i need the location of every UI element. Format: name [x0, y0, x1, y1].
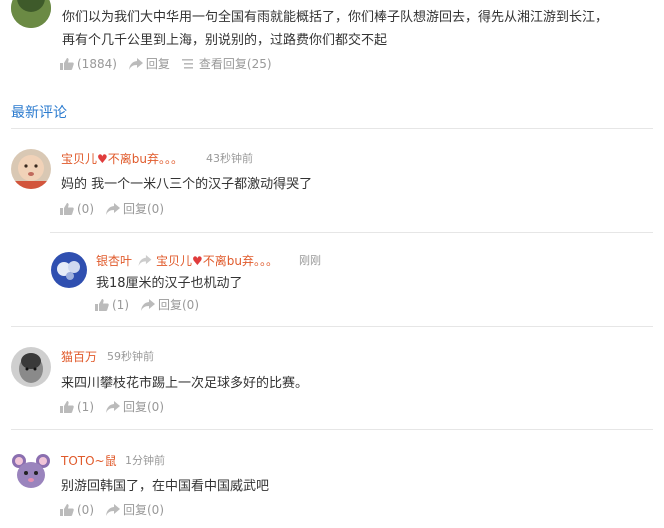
text-comment-1: 妈的 我一个一米八三个的汉子都激动得哭了	[61, 177, 313, 192]
like-button[interactable]: (1884)	[60, 56, 117, 72]
actions-nested-reply: (1) 回复(0)	[95, 297, 199, 313]
text-comment-3: 别游回韩国了，在中国看中国威武吧	[61, 479, 270, 494]
list-icon	[181, 59, 193, 69]
thumbs-up-icon	[95, 299, 109, 311]
reply-arrow-icon	[106, 203, 120, 215]
actions-comment-1: (0) 回复(0)	[60, 201, 164, 217]
top-comment-avatar[interactable]	[11, 0, 51, 28]
nested-reply-divider	[50, 232, 653, 233]
username-nested-reply[interactable]: 银杏叶 宝贝儿♥不离bu弃。。。	[96, 253, 278, 269]
like-count: (1884)	[77, 57, 117, 71]
thumbs-up-icon	[60, 58, 74, 70]
thumbs-up-icon	[60, 401, 74, 413]
reply-button[interactable]: 回复(0)	[106, 502, 164, 518]
timestamp-comment-3: 1分钟前	[125, 454, 165, 467]
reply-button[interactable]: 回复	[128, 56, 170, 72]
avatar-comment-3[interactable]	[11, 452, 51, 492]
text-nested-reply: 我18厘米的汉子也机动了	[96, 276, 243, 291]
timestamp-comment-1: 43秒钟前	[206, 152, 253, 165]
avatar-comment-2[interactable]	[11, 347, 51, 387]
timestamp-comment-2: 59秒钟前	[107, 350, 154, 363]
like-button[interactable]: (1)	[95, 297, 129, 313]
top-comment-text-line2: 再有个几千公里到上海，别说别的，过路费你们都交不起	[62, 33, 388, 48]
thumbs-up-icon	[60, 504, 74, 516]
reply-arrow-icon	[106, 504, 120, 516]
top-comment-actions: (1884) 回复 查看回复(25)	[60, 56, 272, 72]
section-title-latest-comments: 最新评论	[11, 105, 67, 121]
heart-icon: ♥	[192, 254, 203, 268]
reply-arrow-icon	[106, 401, 120, 413]
actions-comment-2: (1) 回复(0)	[60, 399, 164, 415]
avatar-nested-reply[interactable]	[51, 252, 87, 288]
reply-to-username[interactable]: 宝贝儿	[156, 254, 192, 268]
heart-icon: ♥	[97, 152, 108, 166]
top-comment-text-line1: 你们以为我们大中华用一句全国有雨就能概括了，你们棒子队想游回去，得先从湘江游到长…	[62, 10, 609, 25]
comment-divider	[11, 429, 653, 430]
reply-button[interactable]: 回复(0)	[106, 201, 164, 217]
text-comment-2: 来四川攀枝花市踢上一次足球多好的比赛。	[61, 376, 309, 391]
section-divider	[11, 128, 653, 129]
avatar-comment-1[interactable]	[11, 149, 51, 189]
thumbs-up-icon	[60, 203, 74, 215]
reply-button[interactable]: 回复(0)	[141, 297, 199, 313]
reply-arrow-icon	[141, 299, 155, 311]
username-comment-1[interactable]: 宝贝儿♥不离bu弃。。。	[61, 151, 183, 167]
like-button[interactable]: (0)	[60, 201, 94, 217]
username-comment-3[interactable]: TOTO~鼠	[61, 453, 117, 469]
timestamp-nested-reply: 刚刚	[299, 254, 321, 267]
comment-divider	[11, 326, 653, 327]
view-replies-link[interactable]: 查看回复(25)	[181, 56, 272, 72]
username-comment-2[interactable]: 猫百万	[61, 349, 97, 365]
reply-arrow-icon	[138, 253, 152, 269]
like-button[interactable]: (1)	[60, 399, 94, 415]
actions-comment-3: (0) 回复(0)	[60, 502, 164, 518]
reply-button[interactable]: 回复(0)	[106, 399, 164, 415]
reply-arrow-icon	[128, 58, 143, 70]
like-button[interactable]: (0)	[60, 502, 94, 518]
